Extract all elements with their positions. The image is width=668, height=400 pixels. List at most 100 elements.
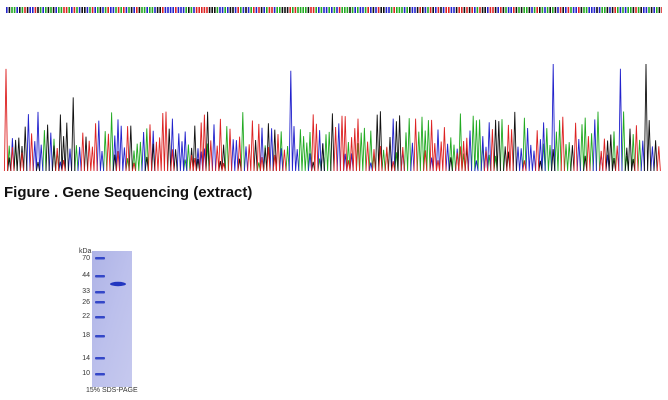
base-call-mark [643,7,645,13]
base-call-mark [193,7,195,13]
base-call-mark [396,7,398,13]
marker-label-44: 44 [82,272,90,279]
base-call-mark [221,7,224,13]
base-call-mark [84,7,86,13]
base-call-mark [393,7,395,13]
base-call-mark [52,7,55,13]
base-call-mark [489,7,492,13]
base-call-mark [455,7,458,13]
base-call-mark [6,7,8,13]
base-call-mark [481,7,484,13]
base-call-mark [224,7,226,13]
base-call-mark [536,7,538,13]
base-call-mark [557,7,559,13]
base-call-mark [136,7,138,13]
base-call-mark [346,7,349,13]
base-call-mark [614,7,616,13]
base-call-mark [24,7,26,13]
base-call-mark [513,7,515,13]
base-call-mark [188,7,190,13]
base-call-mark [21,7,24,13]
base-call-mark [94,7,96,13]
base-call-mark [585,7,588,13]
base-call-mark [515,7,518,13]
base-call-mark [650,7,653,13]
marker-label-33: 33 [82,288,90,295]
base-call-mark [167,7,169,13]
base-call-mark [580,7,583,13]
base-call-mark [149,7,151,13]
base-call-mark [42,7,44,13]
base-call-mark [260,7,263,13]
base-call-mark [255,7,258,13]
base-call-mark [71,7,73,13]
base-call-mark [541,7,544,13]
base-call-mark [305,7,307,13]
base-call-mark [572,7,575,13]
marker-label-10: 10 [82,370,90,377]
base-call-mark [45,7,47,13]
base-call-mark [310,7,312,13]
base-call-mark [229,7,232,13]
base-call-mark [502,7,505,13]
trace-path [7,63,658,172]
sds-page-gel-figure: kDa 70 44 33 26 22 18 14 10 15% SDS-PAGE [76,248,156,400]
marker-label-70: 70 [82,255,90,262]
base-call-mark [658,7,661,13]
base-call-mark [299,7,302,13]
base-call-mark [510,7,512,13]
base-call-mark [125,7,128,13]
ladder-band-70 [95,257,105,260]
base-call-mark [370,7,372,13]
base-call-mark [372,7,375,13]
base-call-mark [448,7,450,13]
base-call-mark [115,7,117,13]
base-call-mark [286,7,289,13]
base-call-mark [312,7,315,13]
base-call-mark [151,7,154,13]
base-call-mark [630,7,632,13]
base-call-mark [289,7,291,13]
base-call-mark [117,7,120,13]
base-call-mark [315,7,317,13]
base-call-mark [619,7,622,13]
base-call-mark [325,7,328,13]
base-call-mark [333,7,336,13]
base-call-mark [253,7,255,13]
base-call-mark [198,7,200,13]
base-call-mark [474,7,476,13]
ladder-band-26 [95,301,105,304]
marker-label-26: 26 [82,299,90,306]
base-call-mark [250,7,252,13]
base-call-mark [206,7,208,13]
base-call-mark [403,7,406,13]
base-call-mark [593,7,596,13]
base-call-mark [276,7,278,13]
base-call-mark [97,7,99,13]
base-call-mark [406,7,408,13]
base-call-mark [273,7,276,13]
base-call-mark [429,7,432,13]
base-call-mark [416,7,419,13]
marker-label-22: 22 [82,313,90,320]
base-call-mark [494,7,497,13]
base-call-mark [219,7,221,13]
base-call-mark [76,7,78,13]
base-call-mark [185,7,187,13]
base-call-mark [29,7,31,13]
base-call-mark [159,7,161,13]
ladder-band-14 [95,357,105,360]
base-call-mark [385,7,388,13]
base-call-mark [622,7,624,13]
base-call-mark [34,7,37,13]
base-call-mark [531,7,533,13]
base-call-mark [624,7,627,13]
ladder-band-44 [95,275,105,278]
marker-label-14: 14 [82,355,90,362]
base-call-mark [390,7,393,13]
base-call-mark [653,7,655,13]
base-call-mark [214,7,216,13]
base-call-mark [554,7,557,13]
gel-background [92,251,132,387]
base-call-mark [201,7,203,13]
